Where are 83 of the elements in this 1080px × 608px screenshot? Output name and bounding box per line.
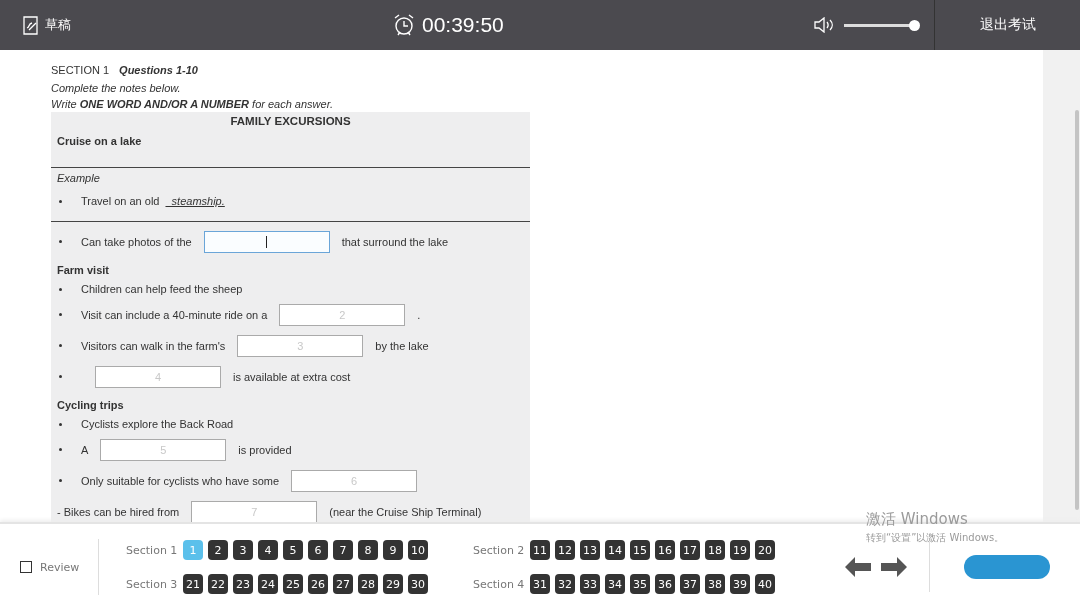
review-checkbox[interactable]: [20, 561, 32, 573]
question-number-button[interactable]: 11: [530, 540, 550, 560]
note-text: - Bikes can be hired from: [57, 505, 180, 518]
question-number-button[interactable]: 17: [680, 540, 700, 560]
question-number-button[interactable]: 16: [655, 540, 675, 560]
question-number-button[interactable]: 39: [730, 574, 750, 594]
right-arrow-icon[interactable]: [881, 557, 907, 577]
question-number-button[interactable]: 23: [233, 574, 253, 594]
section-heading: Cycling trips: [57, 399, 124, 411]
action-button[interactable]: [964, 555, 1050, 579]
draft-icon[interactable]: [22, 15, 39, 35]
question-number-button[interactable]: 2: [208, 540, 228, 560]
question-number-button[interactable]: 3: [233, 540, 253, 560]
notes-subtitle: Cruise on a lake: [57, 135, 142, 147]
example-text: Travel on an old steamship.: [81, 195, 226, 207]
question-number-button[interactable]: 14: [605, 540, 625, 560]
question-number-button[interactable]: 18: [705, 540, 725, 560]
speaker-icon[interactable]: [814, 17, 834, 33]
question-number-button[interactable]: 38: [705, 574, 725, 594]
note-text: is available at extra cost: [233, 370, 351, 383]
question-number-button[interactable]: 31: [530, 574, 550, 594]
note-text: .: [417, 308, 421, 321]
question-number-button[interactable]: 33: [580, 574, 600, 594]
question-number-button[interactable]: 12: [555, 540, 575, 560]
question-range: Questions 1-10: [119, 64, 198, 76]
activation-text: 转到“设置”以激活 Windows。: [866, 531, 1005, 545]
alarm-clock-icon: [393, 13, 415, 37]
section-label: Section 2: [473, 543, 525, 557]
question-number-button[interactable]: 29: [383, 574, 403, 594]
question-number-button[interactable]: 9: [383, 540, 403, 560]
left-arrow-icon[interactable]: [845, 557, 871, 577]
question-number-button[interactable]: 10: [408, 540, 428, 560]
volume-thumb[interactable]: [909, 19, 920, 31]
notes-title: FAMILY EXCURSIONS: [230, 115, 351, 127]
question-number-button[interactable]: 21: [183, 574, 203, 594]
note-text: Visit can include a 40-minute ride on a: [81, 308, 268, 321]
question-number-button[interactable]: 4: [258, 540, 278, 560]
note-text: Children can help feed the sheep: [81, 283, 243, 295]
timer: 00:39:50: [422, 13, 504, 37]
note-text: Cyclists explore the Back Road: [81, 418, 234, 430]
section-label: SECTION 1: [51, 64, 110, 76]
question-number-button[interactable]: 6: [308, 540, 328, 560]
question-number-button[interactable]: 26: [308, 574, 328, 594]
instruction-text: Complete the notes below.: [51, 82, 182, 94]
note-text: Visitors can walk in the farm's: [81, 339, 226, 352]
question-number-button[interactable]: 36: [655, 574, 675, 594]
question-number-button[interactable]: 13: [580, 540, 600, 560]
review-label[interactable]: Review: [40, 560, 80, 574]
example-label: Example: [57, 172, 100, 184]
section-label: Section 4: [473, 577, 525, 591]
question-number-button[interactable]: 25: [283, 574, 303, 594]
activation-title: 激活 Windows: [866, 510, 969, 529]
question-number-button[interactable]: 30: [408, 574, 428, 594]
section-label: Section 3: [126, 577, 178, 591]
question-number-button[interactable]: 37: [680, 574, 700, 594]
question-number-button[interactable]: 7: [333, 540, 353, 560]
question-number-button[interactable]: 22: [208, 574, 228, 594]
answer-field[interactable]: [203, 230, 330, 253]
question-number-button[interactable]: 40: [755, 574, 775, 594]
question-number-button[interactable]: 35: [630, 574, 650, 594]
scrollbar[interactable]: [1075, 110, 1079, 510]
text-cursor: [265, 235, 267, 248]
question-number-button[interactable]: 32: [555, 574, 575, 594]
question-number-button[interactable]: 24: [258, 574, 278, 594]
note-text: Can take photos of the: [81, 235, 192, 248]
note-text: (near the Cruise Ship Terminal): [329, 505, 482, 518]
note-text: is provided: [238, 443, 292, 456]
question-number-button[interactable]: 27: [333, 574, 353, 594]
question-number-button[interactable]: 15: [630, 540, 650, 560]
instruction-text: Write ONE WORD AND/OR A NUMBER for each answer.: [51, 98, 334, 110]
section-heading: Farm visit: [57, 264, 109, 276]
section-label: Section 1: [126, 543, 178, 557]
draft-label[interactable]: 草稿: [45, 16, 71, 34]
question-number-button[interactable]: 19: [730, 540, 750, 560]
question-number-button[interactable]: 5: [283, 540, 303, 560]
note-text: Only suitable for cyclists who have some: [81, 474, 280, 487]
question-number-button[interactable]: 28: [358, 574, 378, 594]
note-text: A: [81, 443, 89, 456]
note-text: that surround the lake: [341, 235, 449, 248]
question-number-button[interactable]: 20: [755, 540, 775, 560]
question-number-button[interactable]: 8: [358, 540, 378, 560]
question-number-button[interactable]: 34: [605, 574, 625, 594]
note-text: by the lake: [375, 339, 429, 352]
